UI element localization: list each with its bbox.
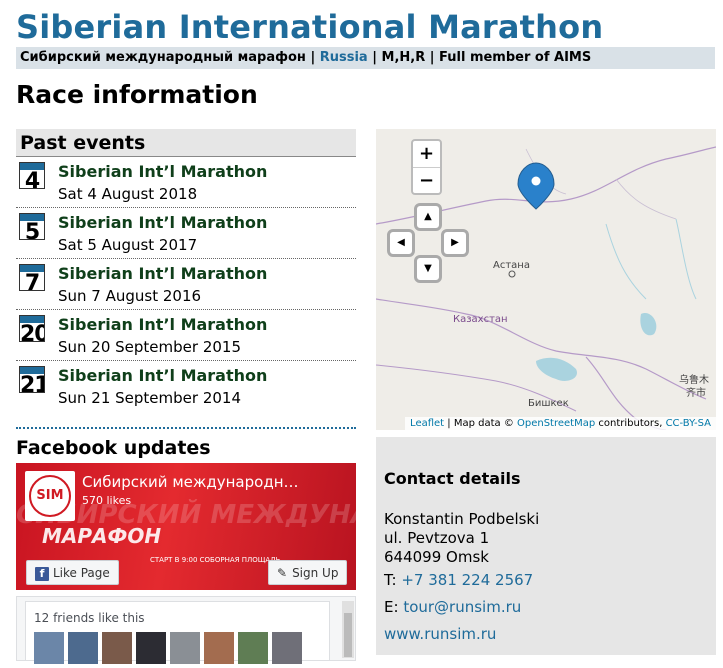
contact-panel: Contact details Konstantin Podbelski ul.… <box>376 437 716 655</box>
avatar[interactable] <box>170 632 200 664</box>
pan-up-button[interactable]: ▲ <box>414 203 442 231</box>
cover-text-2: МАРАФОН <box>42 524 162 548</box>
map-label-urumqi-2: 齐市 <box>686 388 706 399</box>
event-item[interactable]: 21 Siberian Int’l Marathon Sun 21 Septem… <box>16 361 356 411</box>
sign-up-label: Sign Up <box>292 566 339 580</box>
past-events-heading: Past events <box>16 129 356 157</box>
event-item[interactable]: 20 Siberian Int’l Marathon Sun 20 Septem… <box>16 310 356 361</box>
event-date: Sun 20 September 2015 <box>58 338 242 356</box>
email-label: E: <box>384 598 399 616</box>
avatar[interactable] <box>136 632 166 664</box>
sign-up-button[interactable]: ✎ Sign Up <box>268 560 348 585</box>
friends-count: 12 friends like this <box>34 611 145 625</box>
race-labels: | M,H,R | Full member of AIMS <box>367 50 592 65</box>
pan-left-button[interactable]: ◀ <box>387 229 415 257</box>
attribution-text: | Map data © <box>444 418 517 429</box>
event-title-link[interactable]: Siberian Int’l Marathon <box>58 315 267 334</box>
leaflet-link[interactable]: Leaflet <box>410 418 444 429</box>
event-item[interactable]: 5 Siberian Int’l Marathon Sat 5 August 2… <box>16 208 356 259</box>
contact-phone: T: +7 381 224 2567 <box>384 571 533 589</box>
avatar[interactable] <box>238 632 268 664</box>
event-title-link[interactable]: Siberian Int’l Marathon <box>58 264 267 283</box>
friends-panel: 12 friends like this <box>25 601 330 664</box>
event-item[interactable]: 4 Siberian Int’l Marathon Sat 4 August 2… <box>16 157 356 208</box>
past-events-list: 4 Siberian Int’l Marathon Sat 4 August 2… <box>16 157 356 411</box>
event-item[interactable]: 7 Siberian Int’l Marathon Sun 7 August 2… <box>16 259 356 310</box>
friend-avatars <box>34 632 306 668</box>
facebook-page-name[interactable]: Сибирский международн… <box>82 473 299 491</box>
calendar-day: 5 <box>24 220 40 240</box>
contact-heading: Contact details <box>384 469 521 488</box>
facebook-heading: Facebook updates <box>16 437 211 459</box>
like-page-button[interactable]: f Like Page <box>26 560 119 585</box>
contact-name: Konstantin Podbelski <box>384 510 540 528</box>
calendar-day: 4 <box>24 169 40 189</box>
map-label-kazakhstan: Казахстан <box>453 314 508 325</box>
calendar-icon: 21 <box>19 366 45 393</box>
calendar-day: 7 <box>24 271 40 291</box>
zoom-out-button[interactable]: − <box>413 168 440 194</box>
avatar[interactable] <box>102 632 132 664</box>
event-date: Sat 5 August 2017 <box>58 236 198 254</box>
page-heading: Race information <box>16 80 258 109</box>
site-subtitle-bar: Сибирский международный марафон | Russia… <box>16 47 715 69</box>
website-link[interactable]: www.runsim.ru <box>384 625 496 643</box>
phone-link[interactable]: +7 381 224 2567 <box>401 571 533 589</box>
separator: | <box>305 50 320 65</box>
location-map[interactable]: + − ▲ ◀ ▶ ▼ Астана Казахстан 乌鲁木 齐市 Бишк… <box>376 129 716 430</box>
sim-logo-icon: SIM <box>29 475 71 517</box>
license-link[interactable]: CC-BY-SA <box>666 418 711 429</box>
avatar[interactable] <box>68 632 98 664</box>
facebook-page-banner[interactable]: СИБИРСКИЙ МЕЖДУНАРОДНЫЙ МАРАФОН СТАРТ В … <box>16 463 356 590</box>
event-title-link[interactable]: Siberian Int’l Marathon <box>58 213 267 232</box>
event-date: Sun 21 September 2014 <box>58 389 242 407</box>
scrollbar[interactable] <box>342 601 354 658</box>
avatar[interactable] <box>204 632 234 664</box>
pencil-icon: ✎ <box>277 566 288 580</box>
contact-website: www.runsim.ru <box>384 625 496 643</box>
calendar-icon: 7 <box>19 264 45 291</box>
calendar-day: 20 <box>20 322 44 342</box>
facebook-likes-count: 570 likes <box>82 494 132 507</box>
contact-address-line2: 644099 Omsk <box>384 548 489 566</box>
calendar-icon: 5 <box>19 213 45 240</box>
site-native-name: Сибирский международный марафон <box>20 50 306 65</box>
scrollbar-thumb[interactable] <box>344 613 352 657</box>
osm-link[interactable]: OpenStreetMap <box>517 418 595 429</box>
email-link[interactable]: tour@runsim.ru <box>403 598 521 616</box>
map-zoom-control: + − <box>411 139 442 195</box>
calendar-icon: 4 <box>19 162 45 189</box>
contact-address-line1: ul. Pevtzova 1 <box>384 529 490 547</box>
facebook-friends-box: 12 friends like this <box>16 596 356 664</box>
map-label-astana: Астана <box>493 260 530 271</box>
pan-down-button[interactable]: ▼ <box>414 255 442 283</box>
event-date: Sun 7 August 2016 <box>58 287 202 305</box>
map-attribution: Leaflet | Map data © OpenStreetMap contr… <box>405 417 716 430</box>
phone-label: T: <box>384 571 397 589</box>
list-divider <box>16 427 356 429</box>
contact-email: E: tour@runsim.ru <box>384 598 521 616</box>
attribution-text-2: contributors, <box>595 418 666 429</box>
calendar-day: 21 <box>20 373 44 393</box>
zoom-in-button[interactable]: + <box>413 141 440 168</box>
calendar-icon: 20 <box>19 315 45 342</box>
page-logo[interactable]: SIM <box>25 471 75 521</box>
facebook-icon: f <box>35 566 49 581</box>
site-title: Siberian International Marathon <box>16 8 604 46</box>
avatar[interactable] <box>34 632 64 664</box>
event-date: Sat 4 August 2018 <box>58 185 198 203</box>
cover-small-text: СТАРТ В 9:00 СОБОРНАЯ ПЛОЩАДЬ <box>150 556 281 564</box>
avatar[interactable] <box>272 632 302 664</box>
map-label-bishkek: Бишкек <box>528 398 569 409</box>
country-link[interactable]: Russia <box>320 50 368 65</box>
event-title-link[interactable]: Siberian Int’l Marathon <box>58 162 267 181</box>
like-page-label: Like Page <box>53 566 110 580</box>
pan-right-button[interactable]: ▶ <box>441 229 469 257</box>
event-title-link[interactable]: Siberian Int’l Marathon <box>58 366 267 385</box>
